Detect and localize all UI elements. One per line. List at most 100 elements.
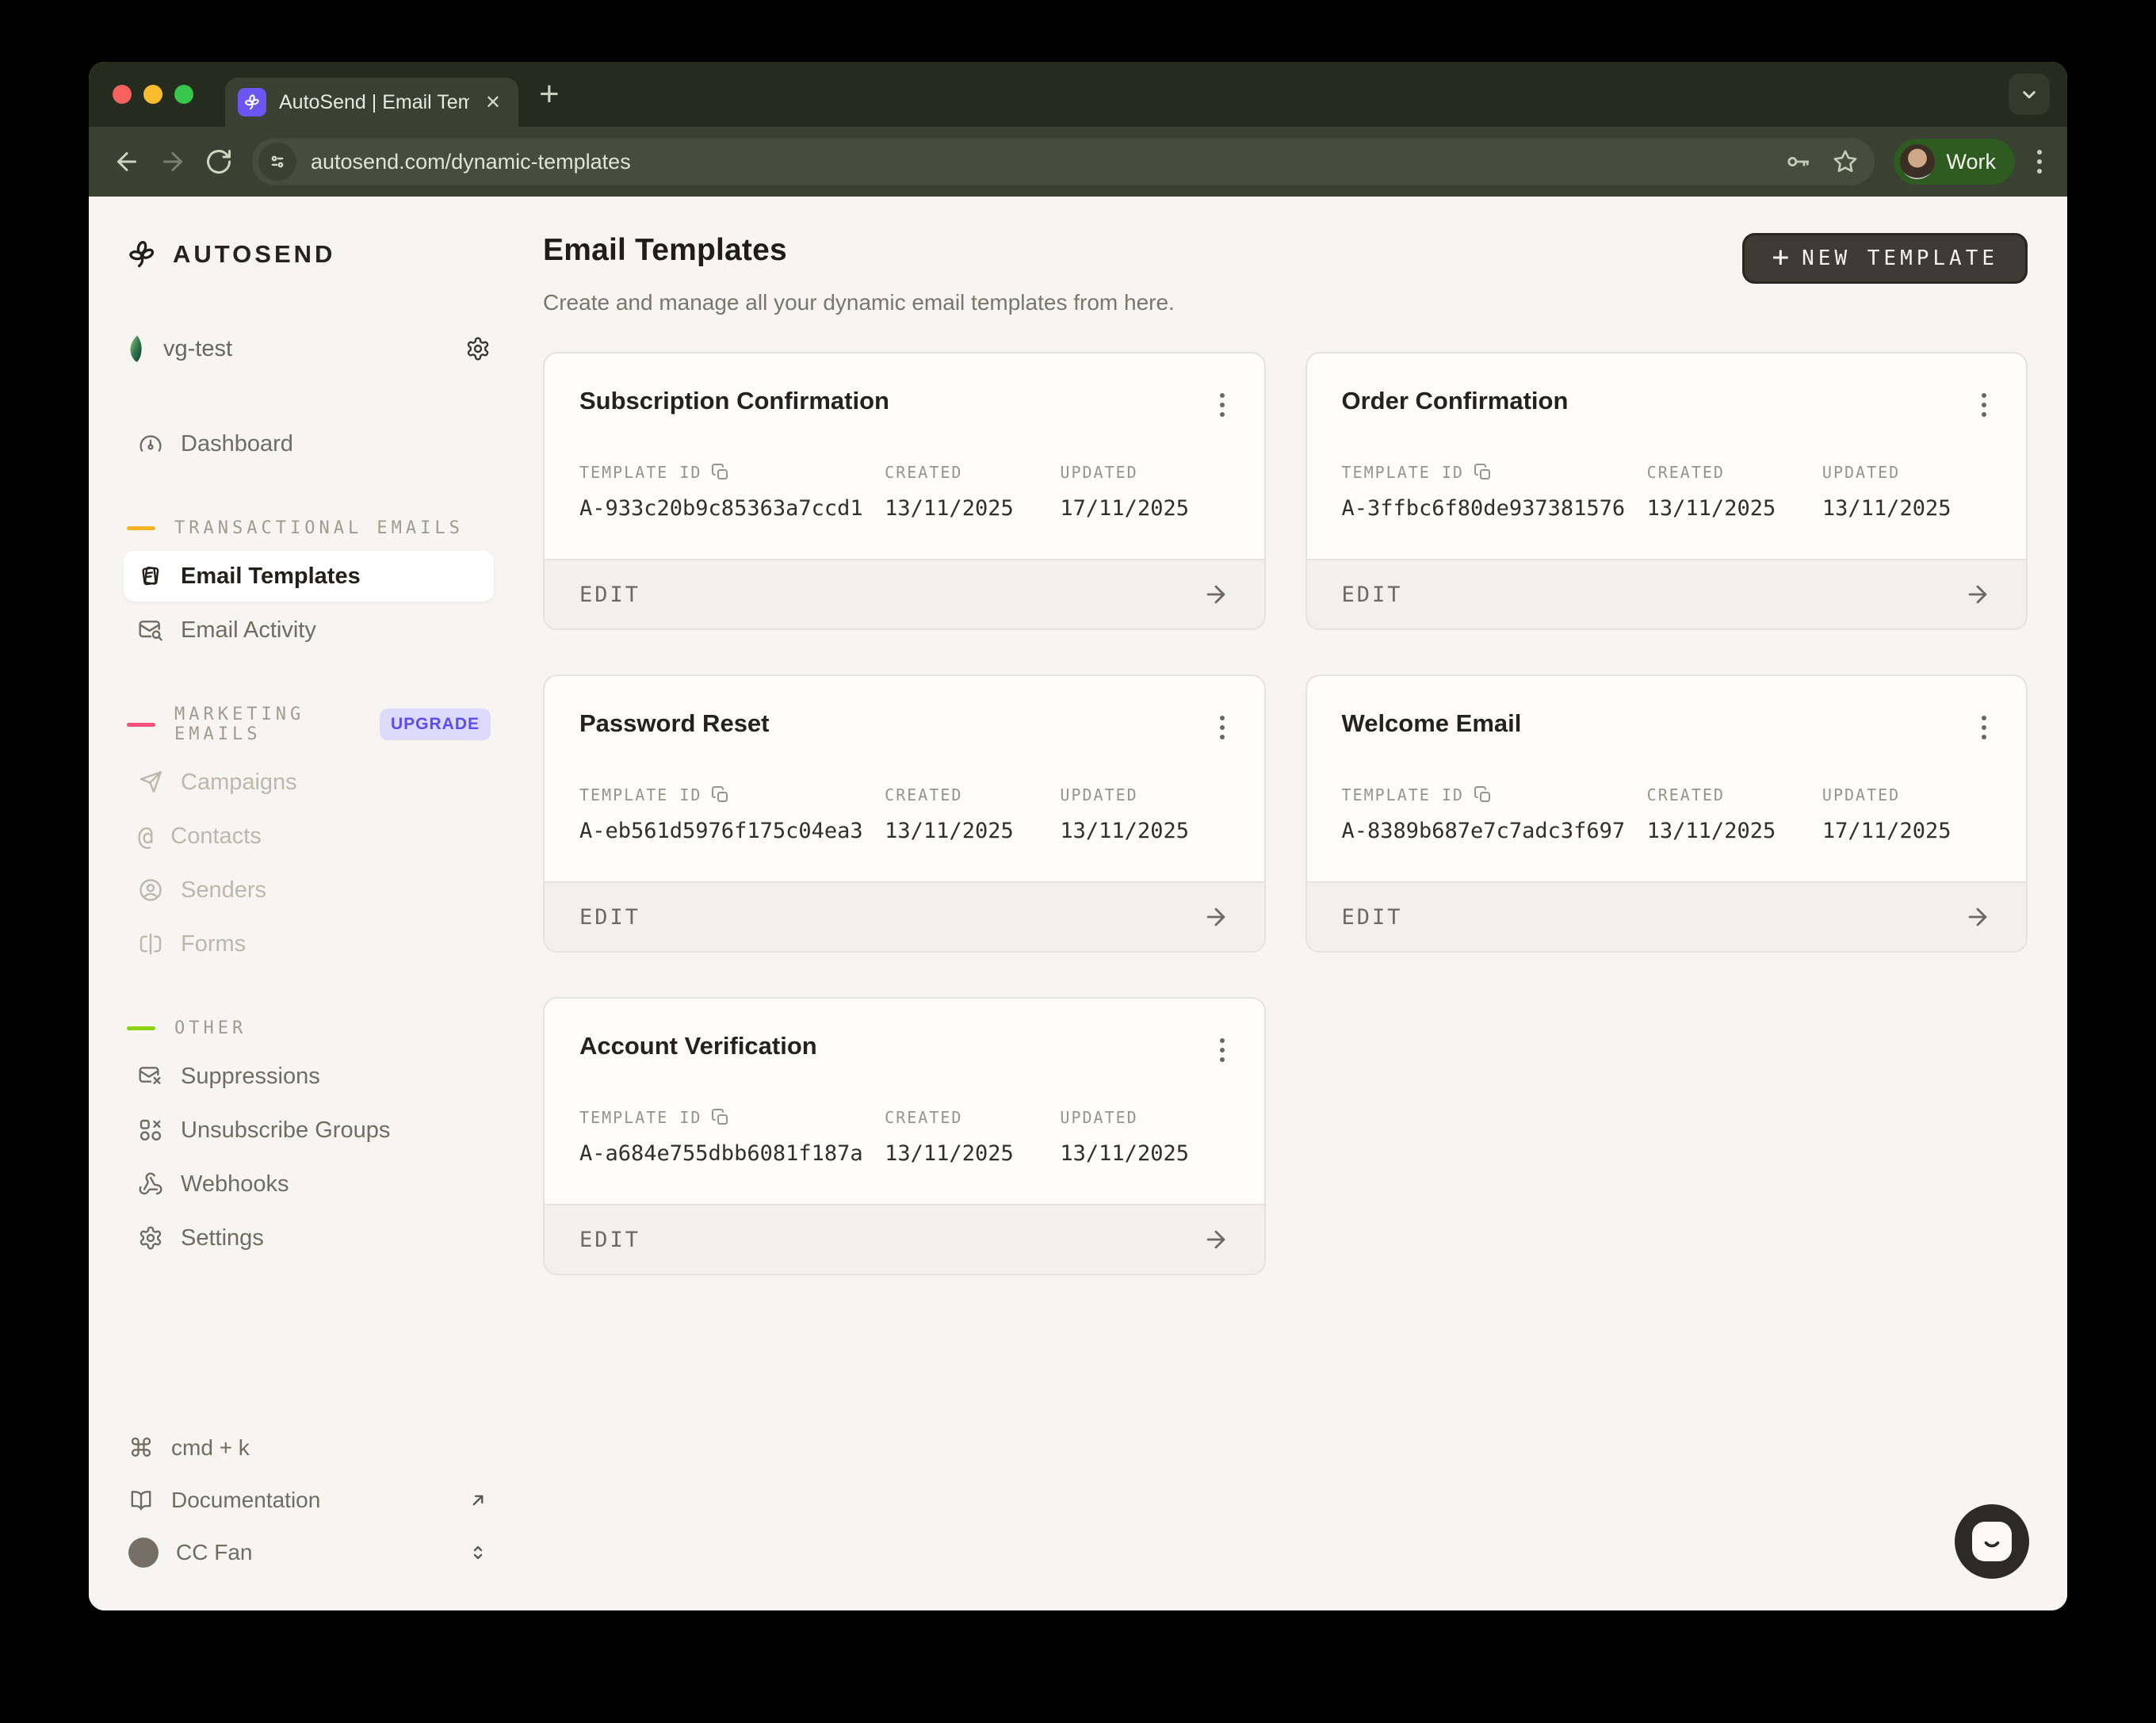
shortcut-label: cmd + k <box>171 1435 489 1461</box>
chat-smiley-icon <box>1972 1522 2012 1561</box>
updated-value: 17/11/2025 <box>1060 496 1229 521</box>
sidebar-item-dashboard[interactable]: Dashboard <box>124 418 494 469</box>
back-button[interactable] <box>108 143 146 181</box>
updated-label: UPDATED <box>1822 785 1900 804</box>
sidebar-item-senders[interactable]: Senders <box>124 865 494 915</box>
section-other: OTHER <box>127 1018 491 1038</box>
reload-button[interactable] <box>200 143 238 181</box>
sidebar-item-suppressions[interactable]: Suppressions <box>124 1051 494 1102</box>
sidebar-item-label: Unsubscribe Groups <box>181 1117 480 1144</box>
section-marketing-emails: MARKETING EMAILS UPGRADE <box>127 705 491 744</box>
new-template-label: NEW TEMPLATE <box>1802 246 1998 270</box>
sidebar-item-label: Settings <box>181 1225 480 1251</box>
edit-label: EDIT <box>579 1228 640 1252</box>
copy-icon[interactable] <box>1474 463 1493 482</box>
upgrade-badge[interactable]: UPGRADE <box>380 709 491 740</box>
sidebar-item-email-activity[interactable]: Email Activity <box>124 605 494 655</box>
sidebar-item-forms[interactable]: Forms <box>124 919 494 969</box>
browser-profile-button[interactable]: Work <box>1894 139 2015 185</box>
tab-title: AutoSend | Email Templates <box>279 91 469 114</box>
card-body: Subscription Confirmation TEMPLATE ID A-… <box>545 353 1264 559</box>
browser-menu-button[interactable] <box>2031 150 2048 174</box>
created-label: CREATED <box>1647 785 1725 804</box>
close-window-button[interactable] <box>113 85 132 104</box>
card-menu-button[interactable] <box>1204 387 1229 417</box>
arrow-right-icon <box>1202 904 1229 930</box>
page-subtitle: Create and manage all your dynamic email… <box>543 290 1175 315</box>
account-name: CC Fan <box>176 1540 449 1565</box>
created-label: CREATED <box>1647 463 1725 482</box>
template-card: Account Verification TEMPLATE ID A-a684e… <box>543 997 1266 1275</box>
sidebar-item-campaigns[interactable]: Campaigns <box>124 757 494 808</box>
updated-label: UPDATED <box>1060 463 1137 482</box>
nav-marketing: Campaigns @ Contacts Senders <box>124 757 494 969</box>
copy-icon[interactable] <box>1474 785 1493 804</box>
edit-label: EDIT <box>579 905 640 930</box>
updated-label: UPDATED <box>1060 785 1137 804</box>
unsubscribe-groups-icon <box>138 1117 163 1143</box>
arrow-right-icon <box>1202 1226 1229 1253</box>
minimize-window-button[interactable] <box>143 85 162 104</box>
created-value: 13/11/2025 <box>1647 819 1822 843</box>
workspace-settings-gear-icon[interactable] <box>465 336 491 361</box>
template-card: Password Reset TEMPLATE ID A-eb561d5976f… <box>543 674 1266 953</box>
browser-window: AutoSend | Email Templates ✕ + <box>89 62 2067 1610</box>
workspace-switcher[interactable]: vg-test <box>124 334 494 363</box>
card-menu-button[interactable] <box>1204 709 1229 739</box>
updated-value: 13/11/2025 <box>1060 819 1229 843</box>
new-tab-button[interactable]: + <box>539 77 560 112</box>
forward-button[interactable] <box>154 143 192 181</box>
browser-tab[interactable]: AutoSend | Email Templates ✕ <box>225 78 518 127</box>
zoom-window-button[interactable] <box>174 85 193 104</box>
dashboard-gauge-icon <box>138 431 163 457</box>
tab-search-chevron-button[interactable] <box>2009 74 2050 115</box>
card-menu-button[interactable] <box>1966 709 1991 739</box>
created-label: CREATED <box>885 1108 962 1127</box>
template-id-label: TEMPLATE ID <box>579 463 701 482</box>
sidebar: AUTOSEND vg-test <box>89 197 521 1610</box>
card-menu-button[interactable] <box>1204 1032 1229 1062</box>
command-palette-shortcut[interactable]: ⌘ cmd + k <box>124 1425 494 1471</box>
autosend-favicon <box>238 88 266 117</box>
bookmark-star-icon[interactable] <box>1832 148 1859 175</box>
heading-block: Email Templates Create and manage all yo… <box>543 233 1175 315</box>
chat-widget-button[interactable] <box>1955 1504 2029 1579</box>
account-switcher[interactable]: CC Fan <box>124 1530 494 1576</box>
new-template-button[interactable]: + NEW TEMPLATE <box>1742 233 2028 284</box>
tab-close-icon[interactable]: ✕ <box>482 91 504 114</box>
main-header: Email Templates Create and manage all yo… <box>543 233 2028 315</box>
sidebar-item-email-templates[interactable]: Email Templates <box>124 551 494 602</box>
url-text[interactable]: autosend.com/dynamic-templates <box>311 150 1764 174</box>
edit-button[interactable]: EDIT <box>1307 881 2027 951</box>
address-bar[interactable]: autosend.com/dynamic-templates <box>252 138 1875 185</box>
password-key-icon[interactable] <box>1784 148 1811 175</box>
sidebar-item-label: Email Templates <box>181 564 480 590</box>
section-label: OTHER <box>174 1018 247 1038</box>
edit-button[interactable]: EDIT <box>545 1204 1264 1274</box>
documentation-link[interactable]: Documentation <box>124 1477 494 1523</box>
sidebar-item-label: Dashboard <box>181 431 480 457</box>
sidebar-item-webhooks[interactable]: Webhooks <box>124 1159 494 1209</box>
copy-icon[interactable] <box>711 1108 730 1127</box>
sidebar-item-contacts[interactable]: @ Contacts <box>124 811 494 862</box>
template-title: Welcome Email <box>1342 709 1522 738</box>
copy-icon[interactable] <box>711 785 730 804</box>
card-menu-button[interactable] <box>1966 387 1991 417</box>
sidebar-item-label: Senders <box>181 877 480 904</box>
card-body: Account Verification TEMPLATE ID A-a684e… <box>545 999 1264 1204</box>
card-body: Welcome Email TEMPLATE ID A-8389b687e7c7… <box>1307 676 2027 881</box>
template-id-label: TEMPLATE ID <box>1342 463 1464 482</box>
template-id-value: A-eb561d5976f175c04ea3 <box>579 819 885 843</box>
edit-button[interactable]: EDIT <box>545 881 1264 951</box>
template-title: Password Reset <box>579 709 770 738</box>
template-card: Order Confirmation TEMPLATE ID A-3ffbc6f… <box>1305 352 2028 630</box>
edit-button[interactable]: EDIT <box>1307 559 2027 628</box>
sidebar-item-unsubscribe-groups[interactable]: Unsubscribe Groups <box>124 1105 494 1156</box>
edit-label: EDIT <box>1342 905 1403 930</box>
sidebar-item-label: Forms <box>181 931 480 957</box>
sidebar-item-settings[interactable]: Settings <box>124 1213 494 1263</box>
copy-icon[interactable] <box>711 463 730 482</box>
site-settings-icon[interactable] <box>258 143 296 181</box>
edit-button[interactable]: EDIT <box>545 559 1264 628</box>
template-id-value: A-3ffbc6f80de937381576 <box>1342 496 1647 521</box>
